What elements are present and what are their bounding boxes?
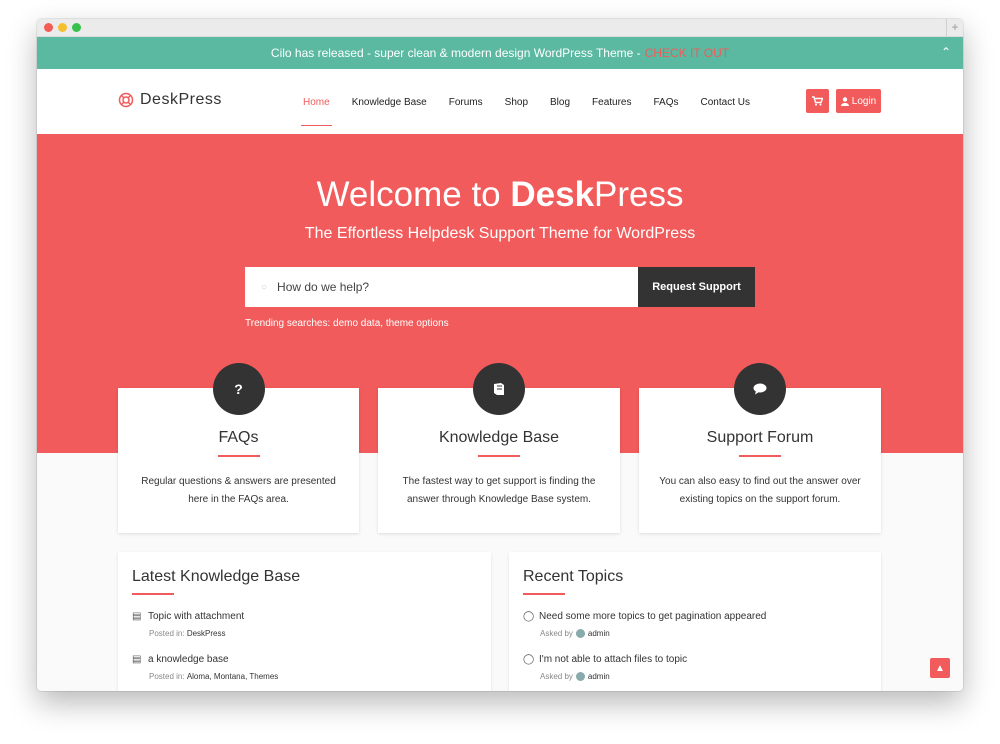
panel-title: Recent Topics — [523, 568, 624, 585]
browser-window: + Cilo has released - super clean & mode… — [37, 19, 963, 691]
card-description: You can also easy to find out the answer… — [659, 476, 861, 505]
title-underline — [523, 593, 565, 595]
announcement-link[interactable]: CHECK IT OUT — [645, 46, 729, 60]
request-support-button[interactable]: Request Support — [638, 267, 755, 307]
latest-knowledge-base-panel: Latest Knowledge Base ▤ Topic with attach… — [118, 552, 491, 691]
lifebuoy-icon — [118, 92, 134, 108]
document-icon: ▤ — [132, 611, 142, 622]
list-item[interactable]: ▤ Topic with attachment Posted in: DeskPr… — [132, 611, 244, 638]
nav-features[interactable]: Features — [592, 97, 631, 108]
site-header: DeskPress Home Knowledge Base Forums Sho… — [37, 69, 963, 135]
nav-faqs[interactable]: FAQs — [654, 97, 679, 108]
nav-contact-us[interactable]: Contact Us — [701, 97, 750, 108]
card-description: The fastest way to get support is findin… — [402, 476, 596, 505]
title-underline — [739, 455, 781, 457]
item-meta-label: Asked by — [540, 629, 573, 638]
title-underline — [132, 593, 174, 595]
cart-icon — [812, 96, 823, 106]
item-meta-value[interactable]: Aloma, Montana, Themes — [187, 672, 278, 681]
nav-home[interactable]: Home — [301, 97, 332, 126]
hero-title: Welcome to DeskPress — [37, 175, 963, 215]
question-icon: ? — [212, 363, 265, 415]
comments-icon: ◯ — [523, 654, 535, 665]
login-label: Login — [851, 95, 877, 107]
card-title: Support Forum — [706, 429, 814, 446]
logo-text: DeskPress — [140, 91, 222, 108]
nav-forums[interactable]: Forums — [449, 97, 483, 108]
cart-button[interactable] — [806, 89, 829, 113]
document-icon: ▤ — [132, 654, 142, 665]
title-underline — [478, 455, 520, 457]
user-icon — [840, 96, 849, 106]
main-nav: Home Knowledge Base Forums Shop Blog Fea… — [292, 69, 761, 135]
card-title: FAQs — [218, 429, 259, 446]
list-item[interactable]: ◯ Need some more topics to get pagination… — [523, 611, 766, 638]
item-meta-value[interactable]: DeskPress — [187, 629, 226, 638]
panel-title: Latest Knowledge Base — [132, 568, 301, 585]
title-underline — [217, 455, 260, 457]
login-button[interactable]: Login — [836, 89, 881, 113]
nav-blog[interactable]: Blog — [550, 97, 570, 108]
list-item[interactable]: ◯ I'm not able to attach files to topic A… — [523, 654, 687, 681]
back-to-top-button[interactable]: ▲ — [930, 658, 950, 678]
item-title[interactable]: a knowledge base — [148, 654, 229, 665]
item-title[interactable]: Need some more topics to get pagination … — [539, 611, 766, 622]
avatar — [575, 629, 585, 638]
knowledge-base-card[interactable]: Knowledge Base The fastest way to get su… — [378, 363, 620, 533]
hero-title-bold: Desk — [510, 175, 595, 214]
chevron-up-icon[interactable]: ⌃ — [941, 45, 951, 59]
recent-topics-panel: Recent Topics ◯ Need some more topics to … — [509, 552, 881, 691]
avatar — [575, 672, 585, 681]
chat-bubble-icon — [734, 363, 786, 415]
site-logo[interactable]: DeskPress — [118, 91, 222, 109]
item-title[interactable]: Topic with attachment — [148, 611, 244, 622]
announcement-text: Cilo has released - super clean & modern… — [270, 46, 641, 60]
nav-knowledge-base[interactable]: Knowledge Base — [352, 97, 427, 108]
chevron-up-icon: ▲ — [935, 662, 945, 674]
item-meta-value[interactable]: admin — [588, 629, 610, 638]
nav-shop[interactable]: Shop — [505, 97, 528, 108]
new-tab-icon[interactable]: + — [946, 19, 963, 36]
search-input[interactable]: ○ How do we help? — [245, 267, 638, 307]
trending-searches: Trending searches: demo data, theme opti… — [245, 318, 449, 329]
hero-title-prefix: Welcome to — [316, 175, 511, 214]
item-title[interactable]: I'm not able to attach files to topic — [539, 654, 687, 665]
card-description: Regular questions & answers are presente… — [141, 476, 336, 505]
list-item[interactable]: ▤ a knowledge base Posted in: Aloma, Mont… — [132, 654, 278, 681]
card-title: Knowledge Base — [438, 429, 560, 446]
minimize-window-button[interactable] — [58, 23, 67, 32]
item-meta-value[interactable]: admin — [588, 672, 610, 681]
announcement-bar: Cilo has released - super clean & modern… — [37, 37, 963, 69]
search-icon: ○ — [261, 281, 268, 293]
browser-chrome: + — [37, 19, 963, 37]
item-meta-label: Asked by — [540, 672, 573, 681]
comments-icon: ◯ — [523, 611, 535, 622]
maximize-window-button[interactable] — [72, 23, 81, 32]
hero-title-rest: Press — [594, 175, 684, 214]
close-window-button[interactable] — [44, 23, 53, 32]
item-meta-label: Posted in: — [149, 672, 185, 681]
item-meta-label: Posted in: — [149, 629, 185, 638]
faqs-card[interactable]: ? FAQs Regular questions & answers are p… — [118, 363, 359, 533]
hero-subtitle: The Effortless Helpdesk Support Theme fo… — [304, 225, 696, 242]
book-icon — [473, 363, 525, 415]
support-forum-card[interactable]: Support Forum You can also easy to find … — [639, 363, 881, 533]
search-placeholder: How do we help? — [277, 280, 370, 294]
